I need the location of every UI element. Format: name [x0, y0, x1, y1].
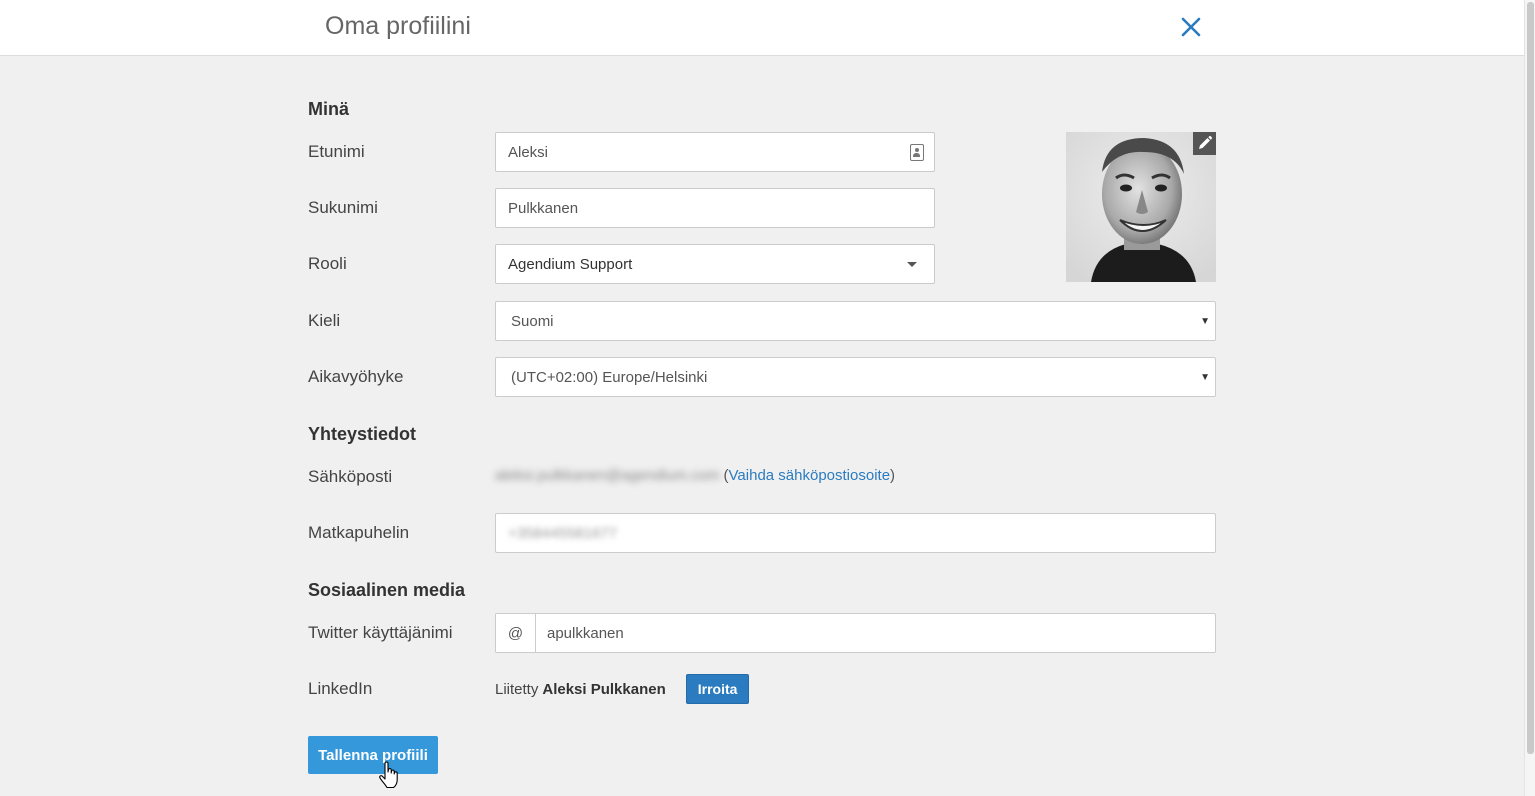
hand-cursor-icon [378, 761, 400, 789]
linkedin-account-name: Aleksi Pulkkanen [542, 680, 666, 698]
last-name-value: Pulkkanen [508, 199, 579, 217]
linkedin-status: Liitetty Aleksi Pulkkanen Irroita [495, 674, 750, 704]
save-profile-button[interactable]: Tallenna profiili [308, 736, 438, 774]
top-bar: Oma profiilini [0, 0, 1524, 56]
scrollbar-thumb[interactable] [1527, 2, 1534, 754]
chevron-down-icon: ▼ [1200, 372, 1210, 383]
role-label: Rooli [308, 254, 347, 273]
email-label: Sähköposti [308, 467, 393, 486]
scrollbar[interactable] [1524, 0, 1535, 796]
last-name-input[interactable]: Pulkkanen [495, 188, 935, 228]
section-title-contact: Yhteystiedot [308, 424, 417, 444]
mobile-label: Matkapuhelin [308, 523, 410, 542]
first-name-value: Aleksi [508, 143, 549, 161]
first-name-label: Etunimi [308, 142, 365, 161]
section-title-social: Sosiaalinen media [308, 580, 466, 600]
chevron-down-icon: ▼ [1200, 316, 1210, 327]
disconnect-linkedin-button[interactable]: Irroita [685, 674, 750, 704]
timezone-label: Aikavyöhyke [308, 367, 404, 386]
paren-close: ) [890, 467, 896, 484]
language-value: Suomi [511, 312, 554, 330]
twitter-input[interactable]: apulkkanen [536, 614, 1215, 652]
chevron-down-icon [907, 262, 917, 267]
pencil-icon[interactable] [1193, 132, 1216, 155]
last-name-label: Sukunimi [308, 198, 378, 217]
change-email-link[interactable]: Vaihda sähköpostiosoite [729, 467, 891, 484]
twitter-label: Twitter käyttäjänimi [308, 623, 453, 642]
language-select[interactable]: Suomi ▼ [495, 301, 1216, 341]
at-sign-addon: @ [496, 614, 536, 652]
close-icon[interactable] [1178, 14, 1204, 40]
role-select[interactable]: Agendium Support [495, 244, 935, 284]
mobile-value: +358445581677 [508, 524, 617, 542]
role-value: Agendium Support [508, 255, 633, 273]
mobile-input[interactable]: +358445581677 [495, 513, 1216, 553]
email-row: aleksi.pulkkanen@agendium.com (Vaihda sä… [495, 467, 895, 484]
language-label: Kieli [308, 311, 341, 330]
timezone-select[interactable]: (UTC+02:00) Europe/Helsinki ▼ [495, 357, 1216, 397]
contact-card-icon[interactable] [910, 144, 924, 161]
linkedin-connected-text: Liitetty [495, 680, 539, 698]
first-name-input[interactable]: Aleksi [495, 132, 935, 172]
twitter-input-group: @ apulkkanen [495, 613, 1216, 653]
email-value: aleksi.pulkkanen@agendium.com [495, 467, 720, 484]
timezone-value: (UTC+02:00) Europe/Helsinki [511, 368, 708, 386]
page-title: Oma profiilini [325, 12, 471, 40]
section-title-me: Minä [308, 99, 350, 119]
linkedin-label: LinkedIn [308, 679, 373, 698]
